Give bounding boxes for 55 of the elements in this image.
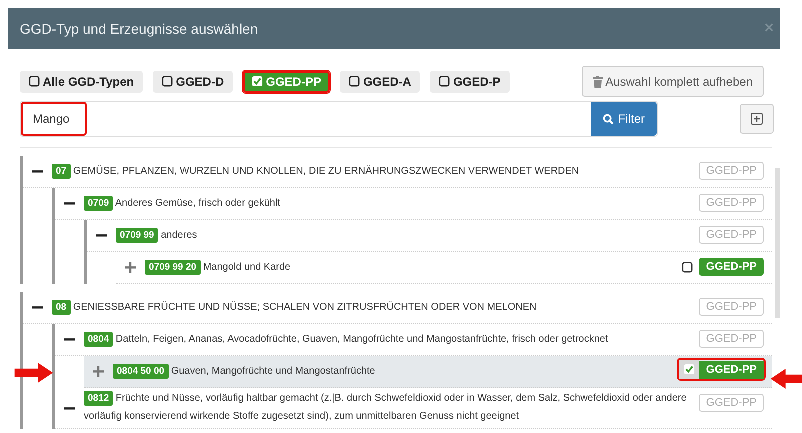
search-field[interactable]: Mango xyxy=(21,102,87,136)
trash-icon xyxy=(592,76,603,88)
type-tag: GGED-PP xyxy=(699,194,764,212)
tree-item-label: 0709 99 anderes xyxy=(116,224,690,246)
type-filter-chip[interactable]: GGED-P xyxy=(430,70,510,92)
code-badge: 0709 99 20 xyxy=(145,260,201,274)
expand-icon[interactable] xyxy=(93,366,105,377)
arrow-icon xyxy=(768,367,802,391)
type-filter-chip[interactable]: GGED-A xyxy=(340,70,420,92)
code-badge: 08 xyxy=(52,300,71,314)
tree-row[interactable]: 08 GENIESSBARE FRÜCHTE UND NÜSSE; SCHALEN VON ZITRUSFRÜCHTEN ODER VON MELONEN GGED-PP xyxy=(23,292,772,324)
code-badge: 0709 xyxy=(84,196,114,210)
type-filter-chip[interactable]: GGED-D xyxy=(153,70,234,92)
code-badge: 0804 50 00 xyxy=(113,364,169,378)
type-tag: GGED-PP xyxy=(699,394,764,412)
code-badge: 0804 xyxy=(84,332,114,346)
checked-checkbox-icon[interactable] xyxy=(252,76,264,87)
tree-item-label: 0804 50 00 Guaven, Mangofrüchte und Mangostanfrüchte xyxy=(113,360,670,382)
type-filter-chip[interactable]: Alle GGD-Typen xyxy=(20,70,144,92)
tree-item-label: 07 GEMÜSE, PFLANZEN, WURZELN UND KNOLLEN, DIE ZU ERNÄHRUNGSZWECKEN VERWENDET WERDEN xyxy=(52,160,690,182)
expand-all-button[interactable] xyxy=(740,104,774,134)
type-tag: GGED-PP xyxy=(699,298,764,316)
tree-item-label: 0804 Datteln, Feigen, Ananas, Avocadofrüchte, Guaven, Mangofrüchte und Mangostanfrüchte, frisch oder getrocknet xyxy=(84,328,690,350)
clear-selection-button[interactable]: Auswahl komplett aufheben xyxy=(582,66,764,97)
tree-row[interactable]: 07 GEMÜSE, PFLANZEN, WURZELN UND KNOLLEN, DIE ZU ERNÄHRUNGSZWECKEN VERWENDET WERDEN GGED-PP xyxy=(23,156,772,188)
filter-button[interactable]: Filter xyxy=(591,102,657,136)
window-title: GGD-Typ und Erzeugnisse auswählen xyxy=(20,20,258,36)
checkbox-icon[interactable] xyxy=(682,262,694,272)
tree-row[interactable] xyxy=(55,388,772,429)
code-badge: 0812 xyxy=(84,391,114,406)
tree-row[interactable]: 0709 99 anderes GGED-PP xyxy=(87,220,772,252)
type-tag: GGED-PP xyxy=(699,330,764,348)
type-tag[interactable]: GGED-PP xyxy=(699,360,764,378)
checkbox-icon[interactable] xyxy=(349,76,360,87)
tree-item-label: 08 GENIESSBARE FRÜCHTE UND NÜSSE; SCHALEN VON ZITRUSFRÜCHTEN ODER VON MELONEN xyxy=(52,296,690,318)
tree-row[interactable]: 0804 50 00 Guaven, Mangofrüchte und Mangostanfrüchte GGED-PP xyxy=(84,356,772,388)
tree-row[interactable]: 0709 99 20 Mangold und Karde GGED-PP xyxy=(116,252,772,284)
checked-checkbox-icon[interactable] xyxy=(684,364,695,375)
checkbox-icon[interactable] xyxy=(439,76,450,87)
type-tag: GGED-PP xyxy=(699,226,764,244)
search-icon xyxy=(603,114,614,124)
checkbox-icon[interactable] xyxy=(29,76,40,87)
tree-item-label: 0709 99 20 Mangold und Karde xyxy=(145,256,672,278)
tree-item-label: 0709 Anderes Gemüse, frisch oder gekühlt xyxy=(84,192,690,214)
scrollbar[interactable] xyxy=(775,168,780,318)
tree-item-label: 0812 Früchte und Nüsse, vorläufig haltbar gemacht (z.|B. durch Schwefeldioxid oder in Wasser, dem Salz, Schwefeldioxid oder andere vorläufig konservierend wirkende Stoffe zugesetzt sind), zum unmittelbaren Genuss nicht geeignet xyxy=(84,390,688,424)
type-filter-chip[interactable]: GGED-PP xyxy=(243,70,330,92)
type-tag: GGED-PP xyxy=(699,162,764,180)
checkbox-icon[interactable] xyxy=(162,76,174,87)
type-tag[interactable]: GGED-PP xyxy=(699,258,764,276)
code-badge: 07 xyxy=(52,164,71,178)
tree-row[interactable]: 0709 Anderes Gemüse, frisch oder gekühlt GGED-PP xyxy=(55,188,772,220)
expand-icon[interactable] xyxy=(125,262,137,273)
plus-square-icon xyxy=(751,113,763,125)
code-badge: 0709 99 xyxy=(116,228,158,242)
